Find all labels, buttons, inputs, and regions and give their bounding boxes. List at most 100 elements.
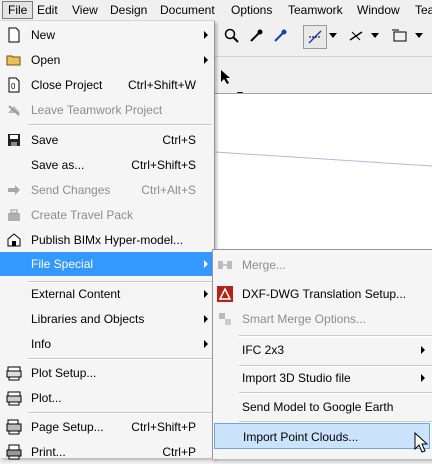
submenu-arrow-icon <box>421 346 425 354</box>
snap-guides-icon[interactable] <box>303 25 327 49</box>
close-project-icon: 0 <box>6 77 22 93</box>
menu-item-label: Page Setup... <box>31 420 104 434</box>
save-icon <box>6 132 22 148</box>
submenu-item-import-point-clouds[interactable]: Import Point Clouds... <box>214 423 430 449</box>
menu-separator <box>28 412 212 414</box>
menu-separator <box>28 358 212 360</box>
submenu-item-dxf-dwg[interactable]: DXF-DWG Translation Setup... <box>213 281 432 307</box>
menu-item-open[interactable]: Open <box>0 48 214 72</box>
menu-document[interactable]: Document <box>155 2 220 18</box>
toolbar <box>215 20 432 54</box>
menu-separator <box>28 124 212 126</box>
chevron-down-icon[interactable] <box>413 25 425 47</box>
eyedropper-icon[interactable] <box>245 25 267 47</box>
menu-item-label: New <box>31 28 56 42</box>
menu-file[interactable]: File <box>2 1 34 19</box>
submenu-item-ifc[interactable]: IFC 2x3 <box>213 337 432 363</box>
submenu-arrow-icon <box>204 56 208 64</box>
submenu-arrow-icon <box>204 260 208 268</box>
submenu-item-label: Import 3D Studio file <box>242 371 351 385</box>
submenu-item-label: Smart Merge Options... <box>242 312 367 326</box>
menu-item-label: Open <box>31 53 61 67</box>
submenu-item-label: Import Point Clouds... <box>243 430 359 444</box>
submenu-item-label: DXF-DWG Translation Setup... <box>242 287 407 301</box>
menu-item-label: External Content <box>31 287 121 301</box>
arrow-tool-icon[interactable] <box>219 69 233 88</box>
zoom-icon[interactable] <box>221 25 243 47</box>
page-setup-icon <box>6 419 22 435</box>
menu-item-plot[interactable]: Plot... <box>0 386 214 410</box>
menu-item-new[interactable]: New <box>0 23 214 47</box>
menu-item-label: Print... <box>31 445 66 459</box>
menu-item-save-as[interactable]: Save as... Ctrl+Shift+S <box>0 153 214 177</box>
shortcut-label: Ctrl+Shift+W <box>127 78 196 92</box>
menu-item-file-special[interactable]: File Special <box>0 252 214 276</box>
menu-item-label: Publish BIMx Hyper-model... <box>31 233 184 247</box>
menu-item-label: Send Changes <box>31 183 111 197</box>
menu-edit[interactable]: Edit <box>32 2 63 18</box>
dxf-dwg-icon <box>217 286 233 302</box>
submenu-arrow-icon <box>204 340 208 348</box>
menu-design[interactable]: Design <box>105 2 152 18</box>
file-menu: New Open 0 Close Project Ctrl+Shift+W Le… <box>0 21 215 460</box>
submenu-item-label: IFC 2x3 <box>242 343 285 357</box>
menu-item-plot-setup[interactable]: Plot Setup... <box>0 361 214 385</box>
menu-teamwork[interactable]: Teamwork <box>283 2 348 18</box>
submenu-item-merge[interactable]: Merge... <box>213 252 432 278</box>
submenu-item-smart-merge[interactable]: Smart Merge Options... <box>213 306 432 332</box>
menu-view[interactable]: View <box>67 2 103 18</box>
send-changes-icon <box>6 182 22 198</box>
menu-item-leave-teamwork[interactable]: Leave Teamwork Project <box>0 98 214 122</box>
menu-item-send-changes[interactable]: Send Changes Ctrl+Alt+S <box>0 178 214 202</box>
shortcut-label: Ctrl+S <box>162 133 196 147</box>
menu-item-libraries-objects[interactable]: Libraries and Objects <box>0 307 214 331</box>
menu-window[interactable]: Window <box>352 2 405 18</box>
menu-bar: File Edit View Design Document Options T… <box>0 0 432 21</box>
svg-text:0: 0 <box>11 82 16 91</box>
menu-item-label: Create Travel Pack <box>31 208 134 222</box>
shortcut-label: Ctrl+Shift+S <box>131 158 196 172</box>
submenu-arrow-icon <box>204 31 208 39</box>
inject-icon[interactable] <box>269 25 291 47</box>
menu-item-label: Close Project <box>31 78 103 92</box>
menu-item-info[interactable]: Info <box>0 332 214 356</box>
submenu-item-import-3ds[interactable]: Import 3D Studio file <box>213 365 432 391</box>
menu-item-label: Save as... <box>31 158 85 172</box>
menu-item-save[interactable]: Save Ctrl+S <box>0 128 214 152</box>
secondary-toolbar <box>215 56 432 96</box>
bimx-icon <box>6 232 22 248</box>
submenu-item-google-earth[interactable]: Send Model to Google Earth <box>213 394 432 420</box>
menu-item-create-travel-pack[interactable]: Create Travel Pack <box>0 203 214 227</box>
menu-item-label: Leave Teamwork Project <box>31 103 163 117</box>
submenu-arrow-icon <box>421 374 425 382</box>
menu-item-label: File Special <box>31 257 94 271</box>
leave-teamwork-icon <box>6 102 22 118</box>
menu-item-label: Save <box>31 133 59 147</box>
submenu-arrow-icon <box>204 290 208 298</box>
chevron-down-icon[interactable] <box>327 25 339 47</box>
shortcut-label: Ctrl+Shift+P <box>131 420 196 434</box>
menu-item-external-content[interactable]: External Content <box>0 282 214 306</box>
new-document-icon <box>6 27 22 43</box>
menu-item-print[interactable]: Print... Ctrl+P <box>0 440 214 464</box>
submenu-arrow-icon <box>204 315 208 323</box>
file-special-submenu: Merge... DXF-DWG Translation Setup... Sm… <box>212 249 432 459</box>
menu-item-page-setup[interactable]: Page Setup... Ctrl+Shift+P <box>0 415 214 439</box>
menu-options[interactable]: Options <box>226 2 277 18</box>
shortcut-label: Ctrl+P <box>162 445 196 459</box>
display-options-icon[interactable] <box>389 25 411 47</box>
smart-merge-icon <box>217 311 233 327</box>
open-folder-icon <box>6 52 22 68</box>
plot-icon <box>6 390 22 406</box>
menu-item-publish-bimx[interactable]: Publish BIMx Hyper-model... <box>0 228 214 252</box>
menu-teamwork-2[interactable]: Tea <box>410 2 432 18</box>
shortcut-label: Ctrl+Alt+S <box>141 183 196 197</box>
guide-line-icon[interactable] <box>345 25 367 47</box>
merge-icon <box>217 257 233 273</box>
menu-item-close-project[interactable]: 0 Close Project Ctrl+Shift+W <box>0 73 214 97</box>
chevron-down-icon[interactable] <box>369 25 381 47</box>
menu-item-label: Info <box>31 337 52 351</box>
menu-item-label: Plot... <box>31 391 62 405</box>
plot-setup-icon <box>6 365 22 381</box>
travel-pack-icon <box>6 207 22 223</box>
